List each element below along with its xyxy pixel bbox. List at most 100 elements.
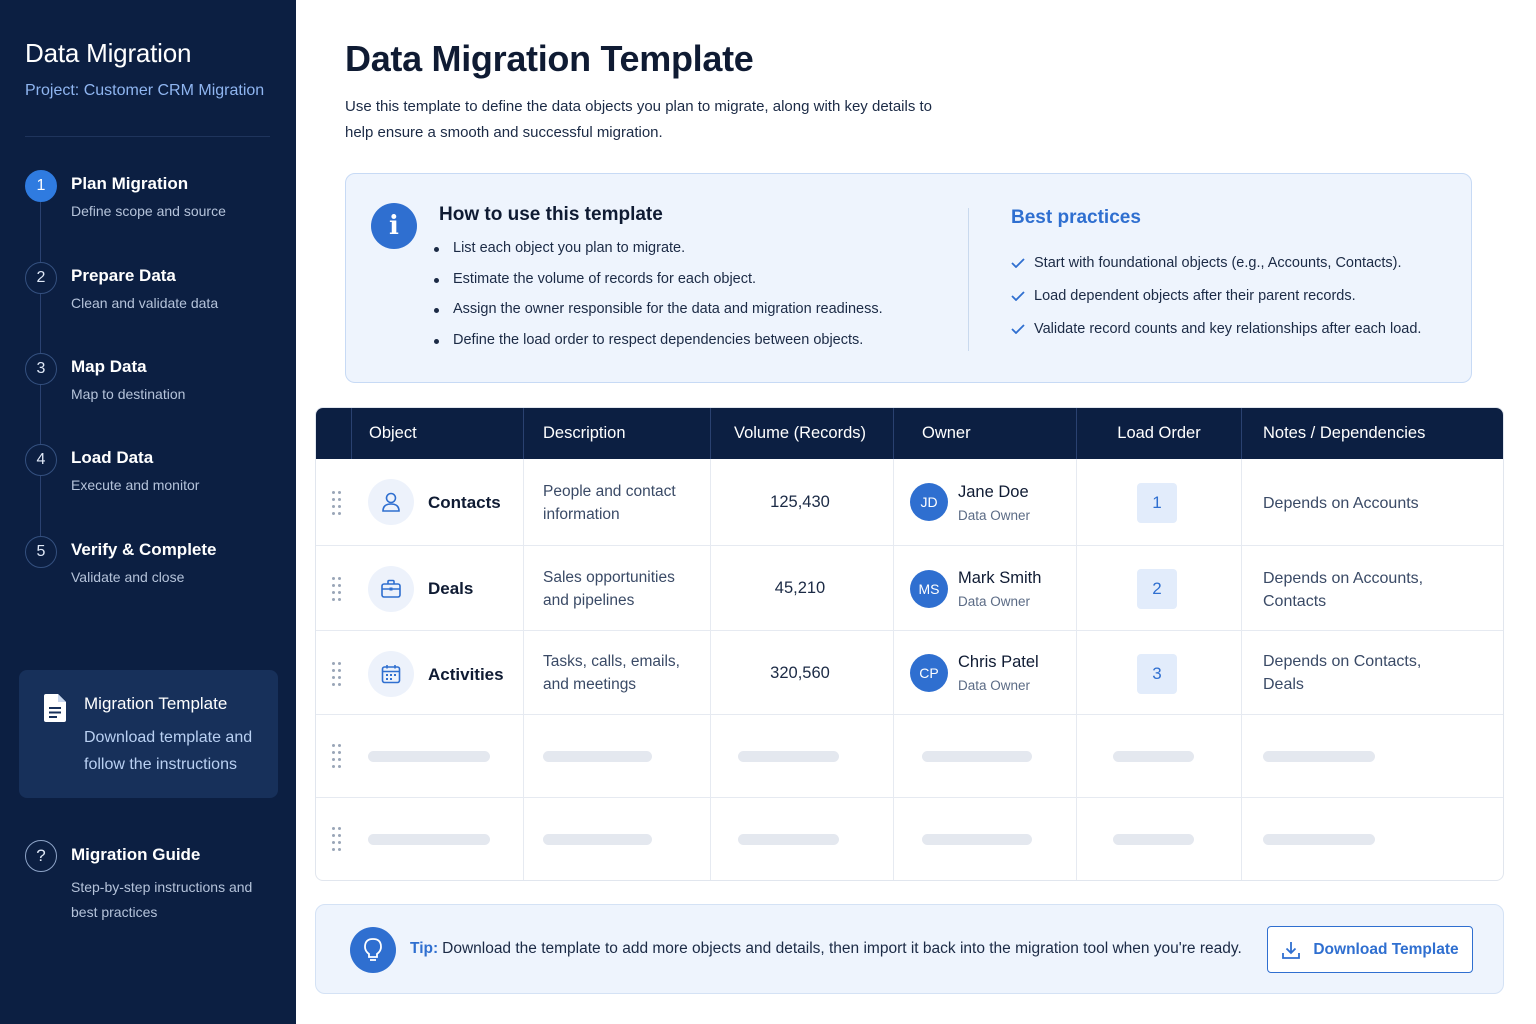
skeleton-placeholder <box>1113 751 1194 762</box>
check-icon <box>1011 257 1025 268</box>
step-title: Map Data <box>71 357 147 376</box>
placeholder-row[interactable] <box>316 715 1503 798</box>
drag-handle-icon[interactable] <box>332 662 342 686</box>
skeleton-placeholder <box>543 751 652 762</box>
column-header-load-order[interactable]: Load Order <box>1077 408 1241 459</box>
best-practice-text: Load dependent objects after their paren… <box>1034 287 1356 304</box>
owner-name: Mark Smith <box>958 569 1042 587</box>
calendar-icon <box>368 651 414 697</box>
notes-dependencies: Depends on Accounts, Contacts <box>1263 570 1424 610</box>
list-item: Validate record counts and key relations… <box>1011 312 1421 345</box>
step-subtitle: Map to destination <box>71 386 186 402</box>
object-description: Tasks, calls, emails, and meetings <box>543 653 680 693</box>
panel-divider <box>968 208 969 351</box>
step-map-data[interactable]: 3 Map Data Map to destination <box>25 353 285 423</box>
record-volume: 125,430 <box>770 493 830 511</box>
avatar: CP <box>910 654 948 692</box>
owner-name: Chris Patel <box>958 653 1039 671</box>
step-number: 5 <box>25 536 57 568</box>
download-template-label: Download Template <box>1313 940 1459 958</box>
placeholder-row[interactable] <box>316 798 1503 880</box>
step-plan-migration[interactable]: 1 Plan Migration Define scope and source <box>25 170 285 240</box>
download-icon <box>1282 941 1301 959</box>
step-title: Prepare Data <box>71 266 176 285</box>
column-header-description[interactable]: Description <box>543 408 626 459</box>
sidebar-divider <box>25 136 270 137</box>
skeleton-placeholder <box>1263 834 1375 845</box>
step-subtitle: Execute and monitor <box>71 477 200 493</box>
drag-handle-icon[interactable] <box>332 577 342 601</box>
page-title: Data Migration Template <box>345 38 754 79</box>
list-item: Estimate the volume of records for each … <box>434 271 883 302</box>
skeleton-placeholder <box>1113 834 1194 845</box>
step-prepare-data[interactable]: 2 Prepare Data Clean and validate data <box>25 262 285 332</box>
help-icon[interactable]: ? <box>25 840 57 872</box>
load-order-badge: 2 <box>1137 569 1177 609</box>
notes-dependencies: Depends on Accounts <box>1263 495 1419 512</box>
record-volume: 45,210 <box>774 579 826 597</box>
avatar: JD <box>910 483 948 521</box>
step-title: Load Data <box>71 448 154 467</box>
drag-handle-icon[interactable] <box>332 491 342 515</box>
skeleton-placeholder <box>368 751 490 762</box>
step-verify-complete[interactable]: 5 Verify & Complete Validate and close <box>25 536 285 606</box>
migration-guide-subtitle: Step-by-step instructions and best pract… <box>71 879 253 920</box>
skeleton-placeholder <box>368 834 490 845</box>
check-icon <box>1011 323 1025 334</box>
column-header-notes[interactable]: Notes / Dependencies <box>1263 408 1425 459</box>
drag-handle-icon[interactable] <box>332 827 342 851</box>
step-number: 3 <box>25 353 57 385</box>
owner-role: Data Owner <box>958 678 1031 693</box>
skeleton-placeholder <box>1263 751 1375 762</box>
object-description: People and contact information <box>543 483 676 523</box>
list-item: Start with foundational objects (e.g., A… <box>1011 246 1421 279</box>
migration-guide-link[interactable]: Migration Guide <box>71 845 200 865</box>
owner-name: Jane Doe <box>958 483 1029 501</box>
migration-template-card[interactable]: Migration Template Download template and… <box>19 670 278 798</box>
how-to-title: How to use this template <box>439 204 663 225</box>
owner-role: Data Owner <box>958 508 1031 523</box>
best-practice-text: Validate record counts and key relations… <box>1034 320 1422 337</box>
step-number: 2 <box>25 262 57 294</box>
page-description: Use this template to define the data obj… <box>345 98 933 141</box>
person-icon <box>368 479 414 525</box>
owner-role: Data Owner <box>958 594 1031 609</box>
skeleton-placeholder <box>922 834 1032 845</box>
template-card-title: Migration Template <box>84 694 228 713</box>
table-row[interactable]: Contacts People and contact information … <box>316 459 1503 546</box>
avatar: MS <box>910 570 948 608</box>
best-practices-title: Best practices <box>1011 207 1141 228</box>
download-template-button[interactable]: Download Template <box>1267 926 1473 973</box>
column-header-object[interactable]: Object <box>369 408 417 459</box>
record-volume: 320,560 <box>770 664 830 682</box>
check-icon <box>1011 290 1025 301</box>
template-card-subtitle: Download template and follow the instruc… <box>84 729 253 773</box>
skeleton-placeholder <box>738 751 839 762</box>
object-name: Activities <box>428 665 504 684</box>
skeleton-placeholder <box>922 751 1032 762</box>
step-subtitle: Define scope and source <box>71 203 226 219</box>
skeleton-placeholder <box>738 834 839 845</box>
table-header: Object Description Volume (Records) Owne… <box>316 408 1503 459</box>
load-order-badge: 1 <box>1137 483 1177 523</box>
column-header-owner[interactable]: Owner <box>922 408 971 459</box>
notes-dependencies: Depends on Contacts, Deals <box>1263 653 1422 693</box>
document-icon <box>44 694 66 722</box>
step-title: Verify & Complete <box>71 540 217 559</box>
step-load-data[interactable]: 4 Load Data Execute and monitor <box>25 444 285 514</box>
load-order-badge: 3 <box>1137 654 1177 694</box>
table-row[interactable]: Activities Tasks, calls, emails, and mee… <box>316 631 1503 715</box>
column-header-volume[interactable]: Volume (Records) <box>711 408 889 459</box>
how-to-list: List each object you plan to migrate. Es… <box>434 240 883 362</box>
list-item: List each object you plan to migrate. <box>434 240 883 271</box>
info-icon: i <box>371 203 417 249</box>
best-practice-text: Start with foundational objects (e.g., A… <box>1034 254 1402 271</box>
tip-message: Download the template to add more object… <box>442 940 1242 957</box>
step-number: 1 <box>25 170 57 202</box>
table-row[interactable]: Deals Sales opportunities and pipelines … <box>316 546 1503 631</box>
sidebar: Data Migration Project: Customer CRM Mig… <box>0 0 296 1024</box>
sidebar-title: Data Migration <box>25 38 192 68</box>
tip-text: Tip: Download the template to add more ob… <box>410 940 1242 958</box>
drag-handle-icon[interactable] <box>332 744 342 768</box>
object-name: Deals <box>428 579 474 598</box>
